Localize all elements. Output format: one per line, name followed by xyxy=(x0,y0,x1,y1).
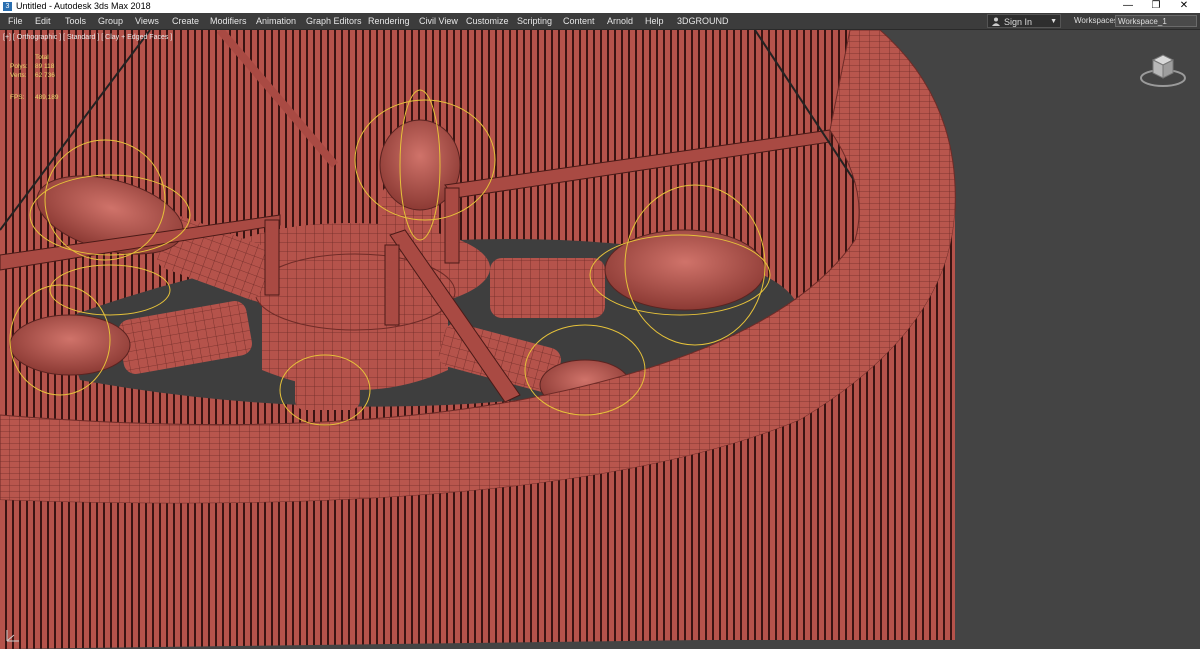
verts-value: 62 736 xyxy=(35,72,55,79)
menu-edit[interactable]: Edit xyxy=(35,13,51,29)
menu-arnold[interactable]: Arnold xyxy=(607,13,633,29)
stats-header: Total xyxy=(35,54,49,61)
verts-label: Verts: xyxy=(10,72,27,79)
viewport[interactable] xyxy=(0,30,1200,649)
sign-in-label: Sign In xyxy=(1004,17,1033,27)
app-icon[interactable]: 3 xyxy=(3,2,12,11)
fps-value: 489,189 xyxy=(35,94,59,101)
user-icon xyxy=(992,17,1000,26)
menu-scripting[interactable]: Scripting xyxy=(517,13,552,29)
window-title: Untitled - Autodesk 3ds Max 2018 xyxy=(16,1,151,11)
sign-in-dropdown[interactable]: Sign In ▼ xyxy=(987,14,1061,28)
chevron-down-icon: ▼ xyxy=(1050,18,1057,25)
minimize-button[interactable]: — xyxy=(1114,0,1142,13)
workspaces-label: Workspaces: xyxy=(1074,16,1121,25)
menu-rendering[interactable]: Rendering xyxy=(368,13,410,29)
title-bar: 3 Untitled - Autodesk 3ds Max 2018 — ❐ ✕ xyxy=(0,0,1200,13)
polys-value: 89 118 xyxy=(35,63,55,70)
menu-group[interactable]: Group xyxy=(98,13,123,29)
menu-help[interactable]: Help xyxy=(645,13,664,29)
maximize-button[interactable]: ❐ xyxy=(1142,0,1170,13)
axis-tripod-icon xyxy=(6,630,19,642)
menu-customize[interactable]: Customize xyxy=(466,13,509,29)
viewcube-icon[interactable] xyxy=(1138,48,1188,90)
polys-label: Polys: xyxy=(10,63,28,70)
menu-3dground[interactable]: 3DGROUND xyxy=(677,13,729,29)
menu-tools[interactable]: Tools xyxy=(65,13,86,29)
menu-content[interactable]: Content xyxy=(563,13,595,29)
menu-modifiers[interactable]: Modifiers xyxy=(210,13,247,29)
fps-label: FPS: xyxy=(10,94,25,101)
menu-civil-view[interactable]: Civil View xyxy=(419,13,458,29)
menu-graph-editors[interactable]: Graph Editors xyxy=(306,13,362,29)
menu-views[interactable]: Views xyxy=(135,13,159,29)
menu-file[interactable]: File xyxy=(8,13,23,29)
workspaces-select[interactable]: Workspace_1 xyxy=(1115,15,1197,27)
menu-create[interactable]: Create xyxy=(172,13,199,29)
scene-render xyxy=(0,30,956,649)
close-button[interactable]: ✕ xyxy=(1170,0,1198,13)
menu-animation[interactable]: Animation xyxy=(256,13,296,29)
viewport-label[interactable]: [+] [ Orthographic ] [ Standard ] [ Clay… xyxy=(3,33,172,42)
